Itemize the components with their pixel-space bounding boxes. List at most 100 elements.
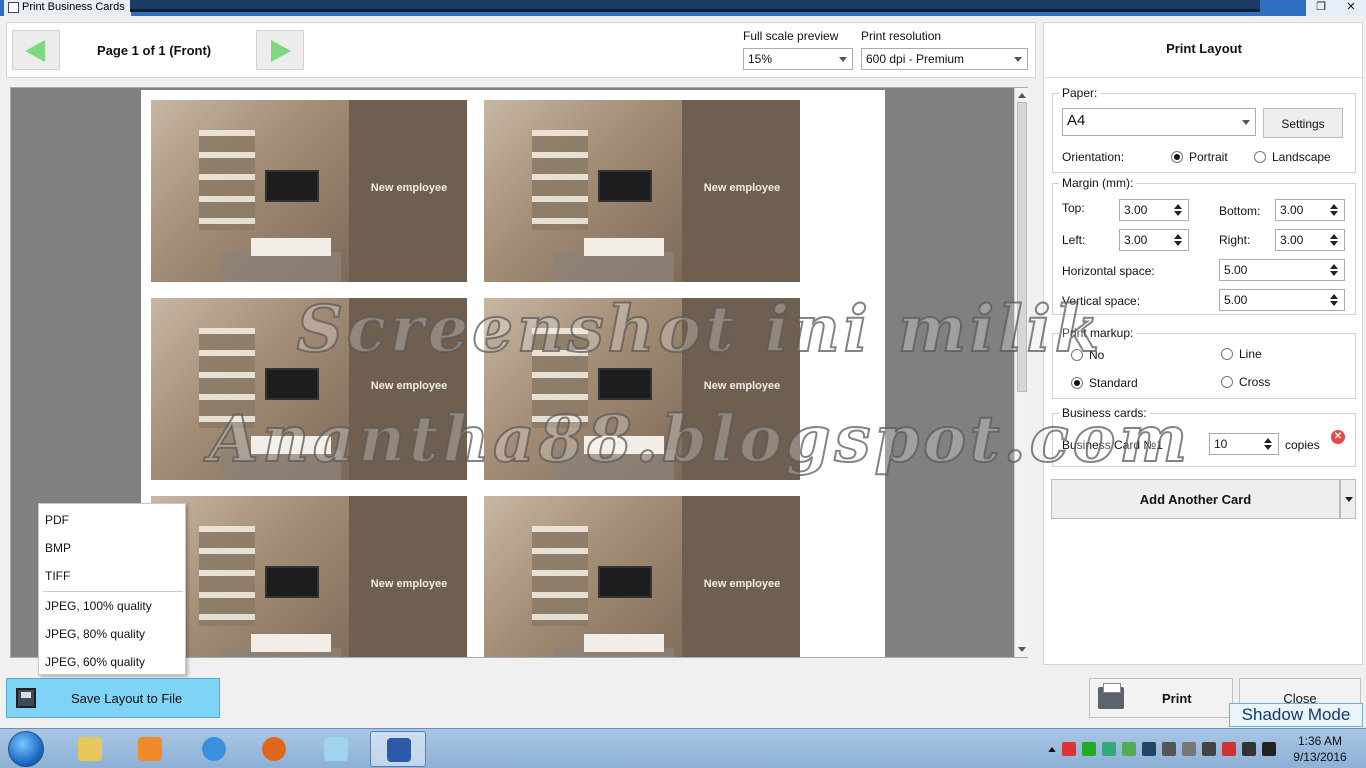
window-title: Print Business Cards <box>4 0 131 16</box>
title-bar-strip <box>130 0 1260 12</box>
business-card-preview[interactable]: New employee <box>151 496 467 657</box>
chevron-down-icon <box>1014 57 1022 62</box>
tray-app-icon[interactable] <box>1082 742 1096 756</box>
chevron-down-icon <box>1345 497 1353 502</box>
paper-sheet: New employee New employee New employee N… <box>141 90 885 657</box>
title-bar: Print Business Cards ❐ ✕ <box>0 0 1366 16</box>
card-text: New employee <box>370 182 448 194</box>
taskbar: 1:36 AM 9/13/2016 <box>0 728 1366 768</box>
bluetooth-icon[interactable] <box>1142 742 1156 756</box>
page-indicator: Page 1 of 1 (Front) <box>97 43 212 58</box>
add-another-card-button[interactable]: Add Another Card <box>1051 479 1340 519</box>
taskbar-notepad[interactable] <box>308 731 364 767</box>
paper-settings-button[interactable]: Settings <box>1263 108 1343 138</box>
margin-top-label: Top: <box>1062 201 1085 215</box>
window-controls: ❐ ✕ <box>1306 0 1366 16</box>
interior-photo <box>484 298 682 480</box>
business-card-preview[interactable]: New employee <box>484 496 800 657</box>
taskbar-print-business-cards[interactable] <box>370 731 426 767</box>
panel-title: Print Layout <box>1166 41 1242 56</box>
firefox-icon <box>262 737 286 761</box>
tray-app-icon[interactable] <box>1182 742 1196 756</box>
margin-top-input[interactable]: 3.00 <box>1119 199 1189 221</box>
menu-item-pdf[interactable]: PDF <box>45 513 69 527</box>
business-card-preview[interactable]: New employee <box>484 100 800 282</box>
restore-icon[interactable]: ❐ <box>1306 0 1336 16</box>
taskbar-file-explorer[interactable] <box>62 731 118 767</box>
interior-photo <box>151 100 349 282</box>
tray-app-icon[interactable] <box>1062 742 1076 756</box>
card-text: New employee <box>370 380 448 392</box>
menu-item-bmp[interactable]: BMP <box>45 541 71 555</box>
chevron-down-icon <box>839 57 847 62</box>
arrow-right-icon <box>271 40 291 62</box>
card-text: New employee <box>703 380 781 392</box>
add-card-dropdown-button[interactable] <box>1340 479 1356 519</box>
print-business-cards-icon <box>387 738 411 762</box>
close-window-icon[interactable]: ✕ <box>1336 0 1366 16</box>
margin-left-input[interactable]: 3.00 <box>1119 229 1189 251</box>
folder-icon <box>78 737 102 761</box>
internet-explorer-icon <box>202 737 226 761</box>
business-card-name[interactable]: Business Card №1 <box>1062 438 1163 452</box>
paper-size-select[interactable]: A4 <box>1062 108 1256 136</box>
orientation-portrait-radio[interactable] <box>1171 151 1183 163</box>
app-icon <box>8 2 19 13</box>
tray-app-icon[interactable] <box>1122 742 1136 756</box>
taskbar-clock[interactable]: 1:36 AM 9/13/2016 <box>1285 733 1355 765</box>
orientation-landscape-radio[interactable] <box>1254 151 1266 163</box>
markup-line-radio[interactable] <box>1221 348 1233 360</box>
interior-photo <box>151 298 349 480</box>
horizontal-space-input[interactable]: 5.00 <box>1219 259 1345 281</box>
taskbar-media-player[interactable] <box>122 731 178 767</box>
scroll-up-icon[interactable] <box>1018 93 1026 98</box>
menu-item-jpeg-100[interactable]: JPEG, 100% quality <box>45 599 152 613</box>
menu-item-jpeg-80[interactable]: JPEG, 80% quality <box>45 627 145 641</box>
horizontal-space-label: Horizontal space: <box>1062 264 1155 278</box>
taskbar-internet-explorer[interactable] <box>186 731 242 767</box>
remove-card-icon[interactable]: ✕ <box>1331 430 1345 444</box>
full-scale-preview-select[interactable]: 15% <box>743 48 853 70</box>
taskbar-firefox[interactable] <box>246 731 302 767</box>
business-card-preview[interactable]: New employee <box>484 298 800 480</box>
previous-page-button[interactable] <box>12 30 60 70</box>
margin-right-input[interactable]: 3.00 <box>1275 229 1345 251</box>
print-layout-panel: Print Layout Paper: A4 Settings Orientat… <box>1043 22 1364 665</box>
full-scale-preview-label: Full scale preview <box>743 29 839 43</box>
business-card-preview[interactable]: New employee <box>151 100 467 282</box>
scroll-down-icon[interactable] <box>1018 647 1026 652</box>
markup-no-label: No <box>1089 348 1105 362</box>
tray-app-icon[interactable] <box>1102 742 1116 756</box>
tray-app-icon[interactable] <box>1262 742 1276 756</box>
interior-photo <box>484 100 682 282</box>
start-button-icon[interactable] <box>8 731 44 767</box>
vertical-space-input[interactable]: 5.00 <box>1219 289 1345 311</box>
markup-cross-radio[interactable] <box>1221 376 1233 388</box>
network-icon[interactable] <box>1222 742 1236 756</box>
tray-app-icon[interactable] <box>1162 742 1176 756</box>
tray-app-icon[interactable] <box>1202 742 1216 756</box>
markup-standard-radio[interactable] <box>1071 377 1083 389</box>
margin-bottom-input[interactable]: 3.00 <box>1275 199 1345 221</box>
card-text: New employee <box>370 578 448 590</box>
margin-group: Margin (mm): Top: 3.00 Bottom: 3.00 Left… <box>1052 176 1356 315</box>
orientation-label: Orientation: <box>1062 150 1125 164</box>
print-resolution-label: Print resolution <box>861 29 942 43</box>
volume-icon[interactable] <box>1242 742 1256 756</box>
card-text: New employee <box>703 578 781 590</box>
business-card-preview[interactable]: New employee <box>151 298 467 480</box>
next-page-button[interactable] <box>256 30 304 70</box>
menu-item-jpeg-60[interactable]: JPEG, 60% quality <box>45 655 145 669</box>
save-layout-button[interactable]: Save Layout to File <box>6 678 220 718</box>
print-markup-group: Print markup: No Line Standard Cross <box>1052 326 1356 399</box>
card-copies-input[interactable]: 10 <box>1209 433 1279 455</box>
export-format-menu: PDF BMP TIFF JPEG, 100% quality JPEG, 80… <box>38 503 186 675</box>
margin-left-label: Left: <box>1062 233 1086 247</box>
print-resolution-select[interactable]: 600 dpi - Premium <box>861 48 1028 70</box>
menu-item-tiff[interactable]: TIFF <box>45 569 70 583</box>
preview-scrollbar[interactable] <box>1014 88 1028 657</box>
markup-no-radio[interactable] <box>1071 349 1083 361</box>
scroll-thumb[interactable] <box>1017 102 1027 392</box>
show-hidden-icons-icon[interactable] <box>1048 746 1056 752</box>
print-button[interactable]: Print <box>1089 678 1233 718</box>
